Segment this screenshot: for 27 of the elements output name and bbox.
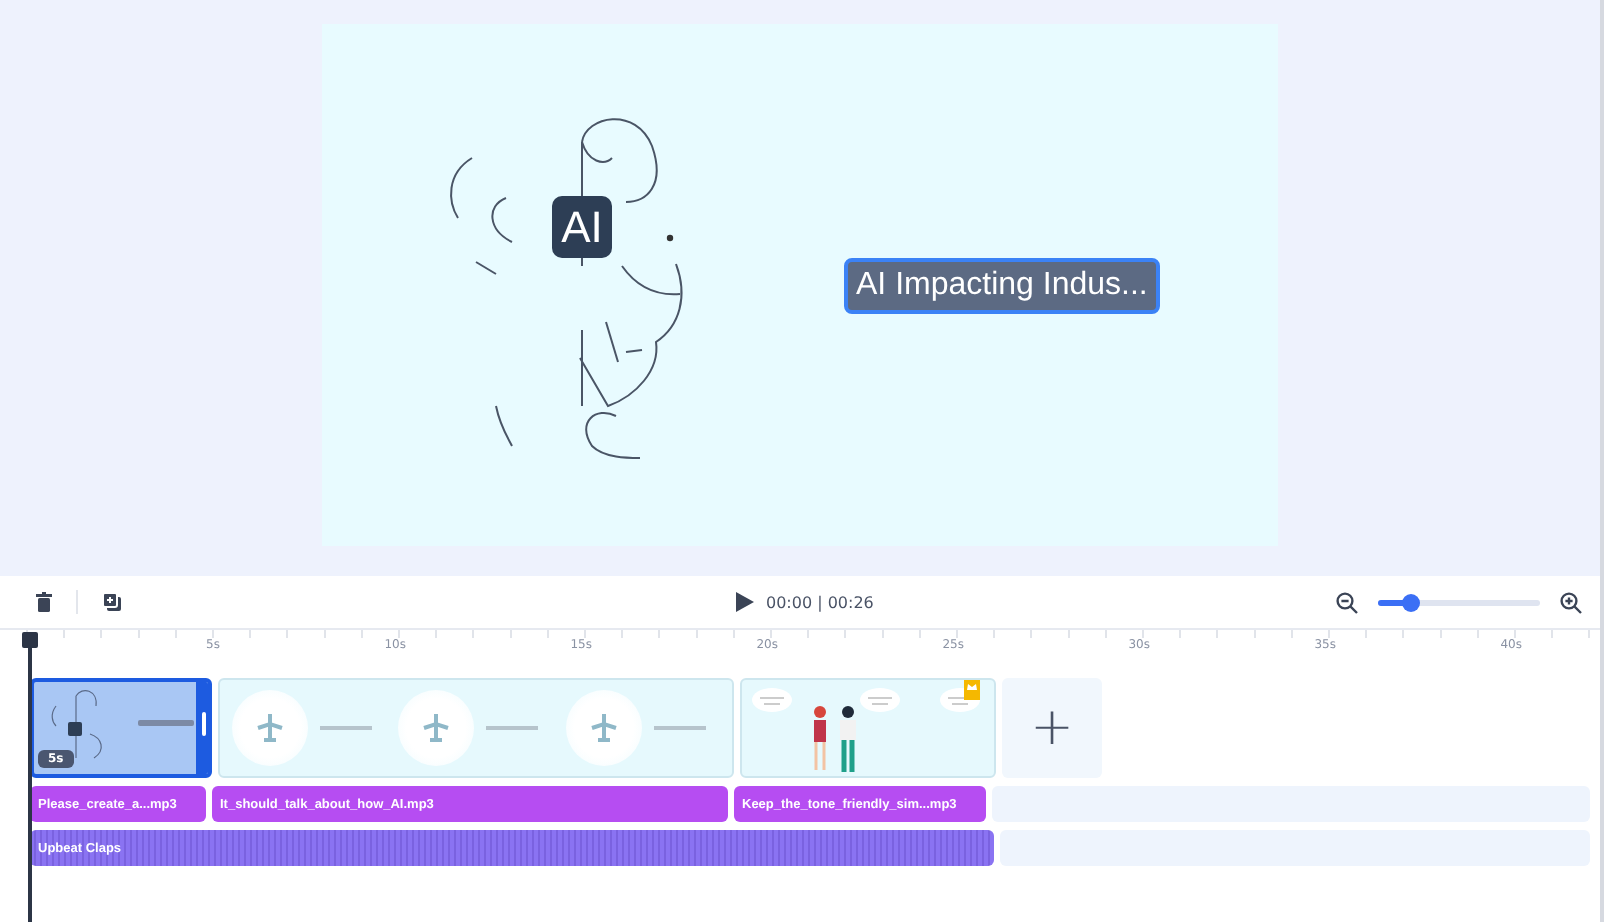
zoom-in-button[interactable] — [1556, 587, 1586, 617]
add-scene-button[interactable]: + — [1002, 678, 1102, 778]
text-line-drawing — [486, 726, 539, 730]
copy-icon — [102, 592, 122, 612]
zoom-out-icon — [1336, 591, 1358, 613]
delete-button[interactable] — [32, 588, 56, 616]
scene-thumbnail[interactable] — [740, 678, 996, 778]
scene-thumbnail[interactable] — [218, 678, 734, 778]
zoom-in-icon — [1560, 591, 1582, 613]
zoom-slider-thumb[interactable] — [1402, 593, 1421, 611]
text-line-drawing — [653, 726, 706, 730]
airplane-icon — [254, 712, 286, 744]
duplicate-button[interactable] — [98, 588, 126, 616]
airplane-icon — [420, 712, 453, 744]
speech-bubble-icon — [858, 686, 902, 714]
trash-icon — [36, 592, 52, 612]
play-icon — [736, 592, 754, 612]
zoom-out-button[interactable] — [1332, 587, 1362, 617]
speech-bubble-icon — [750, 686, 794, 714]
text-caption[interactable]: AI Impacting Indus... — [844, 257, 1160, 313]
play-button[interactable] — [732, 588, 758, 616]
zoom-slider[interactable] — [1378, 599, 1540, 605]
text-line-drawing — [320, 726, 372, 730]
airplane-icon — [587, 712, 620, 744]
caption-drawing — [138, 720, 194, 726]
playback-time: 00:00 | 00:26 — [766, 593, 874, 611]
logo-text: AI — [552, 195, 612, 257]
